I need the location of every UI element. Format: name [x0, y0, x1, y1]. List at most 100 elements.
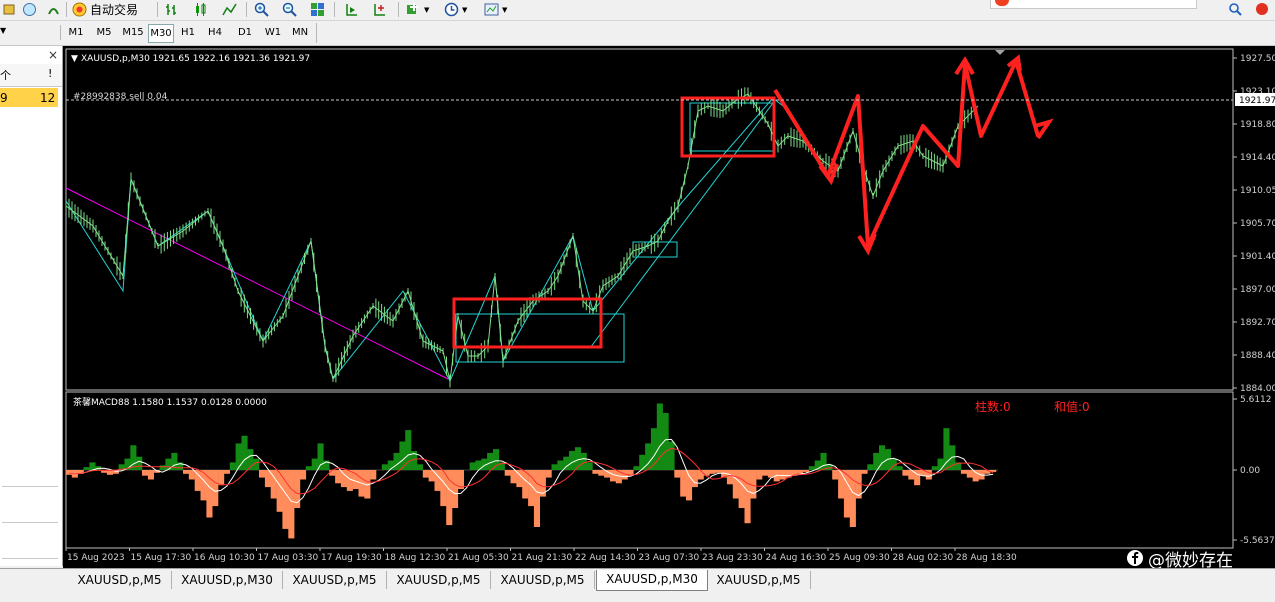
- macd-bar: [726, 470, 733, 485]
- auto-trading-button[interactable]: 自动交易: [72, 1, 138, 18]
- auto-scroll-button[interactable]: [344, 1, 359, 18]
- timeframe-m15[interactable]: M15: [120, 24, 146, 41]
- macd-bar: [551, 464, 558, 470]
- left-panel-handle[interactable]: ▼: [0, 24, 56, 42]
- templates-icon: [484, 3, 499, 16]
- chevron-down-icon: ▼: [502, 5, 508, 14]
- timeframe-h4[interactable]: H4: [205, 24, 225, 41]
- macd-bar: [83, 467, 90, 470]
- macd-bar: [931, 466, 938, 470]
- toolbar-button-bars[interactable]: [22, 1, 37, 18]
- indicators-button[interactable]: ▼: [406, 1, 429, 18]
- watermark-text: @微妙存在: [1148, 550, 1233, 571]
- macd-bar: [563, 456, 570, 470]
- tile-windows-button[interactable]: [310, 1, 325, 18]
- zoom-out-button[interactable]: [282, 1, 297, 18]
- macd-bar: [147, 470, 154, 480]
- macd-bar: [235, 443, 242, 470]
- macd-bar: [446, 470, 453, 526]
- macd-bar: [598, 470, 605, 476]
- sum-label: 和值:0: [1054, 399, 1090, 414]
- time-tick-label: 17 Aug 19:30: [321, 553, 382, 563]
- zoom-out-icon: [282, 2, 297, 17]
- macd-bar: [779, 470, 786, 480]
- line-chart-button[interactable]: [222, 1, 237, 18]
- macd-bar: [469, 462, 476, 470]
- macd-bar: [288, 470, 295, 539]
- chart-shift-button[interactable]: [372, 1, 387, 18]
- timeframe-m1[interactable]: M1: [66, 24, 86, 41]
- chart-tab[interactable]: XAUUSD,p,M5: [68, 571, 172, 589]
- chevron-down-icon: ▼: [424, 5, 430, 14]
- chart-canvas[interactable]: 1927.501923.101918.801914.401910.051905.…: [63, 46, 1275, 568]
- macd-bar: [317, 443, 324, 470]
- timeframe-h1[interactable]: H1: [178, 24, 198, 41]
- macd-bar: [259, 470, 266, 478]
- macd-bar: [381, 464, 388, 470]
- chart-dropdown-icon[interactable]: ▼: [71, 54, 78, 64]
- main-toolbar: 自动交易 ▼ ▼ ▼: [0, 0, 1275, 21]
- macd-bar: [212, 470, 219, 507]
- macd-bar: [305, 466, 312, 470]
- price-tick-label: 1914.40: [1240, 153, 1275, 163]
- timeframe-mn[interactable]: MN: [288, 24, 312, 41]
- timeframe-w1[interactable]: W1: [261, 24, 285, 41]
- macd-bar: [943, 428, 950, 470]
- chart-shift-marker-icon: [995, 50, 1005, 55]
- macd-bar: [686, 470, 693, 501]
- tile-windows-icon: [311, 3, 324, 16]
- macd-bar: [545, 470, 552, 478]
- macd-bar: [762, 470, 769, 476]
- bar-count-label: 柱数:0: [975, 399, 1011, 414]
- chart-tab[interactable]: XAUUSD,p,M30: [172, 571, 283, 589]
- price-chart-window[interactable]: 1927.50 1923.10 1918.80 1914.40 1910.05 1905.…: [63, 46, 1275, 571]
- macd-bar: [557, 460, 564, 470]
- timeframe-d1[interactable]: D1: [233, 24, 257, 41]
- macd-bar: [533, 470, 540, 527]
- toolbar-button-unknown[interactable]: [2, 1, 17, 18]
- market-watch-close-button[interactable]: ×: [48, 48, 58, 62]
- candlestick-button[interactable]: [193, 1, 208, 18]
- line-chart-icon: [222, 3, 237, 16]
- macd-bar: [610, 470, 617, 482]
- timeframe-m5[interactable]: M5: [93, 24, 115, 41]
- signal-icon: [48, 8, 59, 15]
- candlestick-icon: [196, 3, 206, 16]
- notifications-button[interactable]: [1254, 1, 1269, 18]
- price-tick-label: 1905.70: [1240, 219, 1275, 229]
- chevron-down-icon: ▼: [462, 5, 468, 14]
- price-tick-label: 1892.70: [1240, 318, 1275, 328]
- market-watch-row[interactable]: 9 12: [0, 88, 58, 107]
- chart-tab[interactable]: XAUUSD,p,M5: [387, 571, 491, 589]
- bar-chart-button[interactable]: [164, 1, 179, 18]
- market-watch-header: 个 !: [0, 64, 62, 87]
- search-button[interactable]: [1228, 1, 1243, 18]
- macd-bar: [142, 470, 149, 476]
- chart-tab-active[interactable]: XAUUSD,p,M30: [596, 570, 708, 591]
- macd-bar: [902, 470, 909, 476]
- macd-bar: [504, 470, 511, 476]
- search-logo-icon: [995, 0, 1009, 6]
- toolbar-button-signal[interactable]: [46, 1, 61, 18]
- macd-bar: [188, 470, 195, 480]
- macd-bar: [808, 466, 815, 470]
- timeframe-m30[interactable]: M30: [148, 24, 174, 43]
- time-tick-label: 15 Aug 2023: [67, 553, 125, 563]
- fb-logo-icon: [1127, 550, 1143, 566]
- chart-tab[interactable]: XAUUSD,p,M5: [491, 571, 595, 589]
- chart-tab[interactable]: XAUUSD,p,M5: [707, 571, 811, 589]
- macd-bar: [311, 458, 318, 470]
- search-box[interactable]: [990, 0, 1197, 9]
- macd-bar: [697, 470, 704, 480]
- zoom-in-button[interactable]: [254, 1, 269, 18]
- macd-tick-label: 0.00: [1240, 466, 1260, 476]
- bars-icon: [23, 3, 36, 16]
- periods-button[interactable]: ▼: [444, 1, 467, 18]
- macd-bar: [522, 470, 529, 499]
- templates-button[interactable]: ▼: [484, 1, 507, 18]
- chart-tabs-bar: XAUUSD,p,M5 XAUUSD,p,M30 XAUUSD,p,M5 XAU…: [0, 568, 1275, 602]
- time-tick-label: 28 Aug 02:30: [893, 553, 954, 563]
- macd-bar: [680, 470, 687, 497]
- macd-bar: [966, 470, 973, 478]
- chart-tab[interactable]: XAUUSD,p,M5: [283, 571, 387, 589]
